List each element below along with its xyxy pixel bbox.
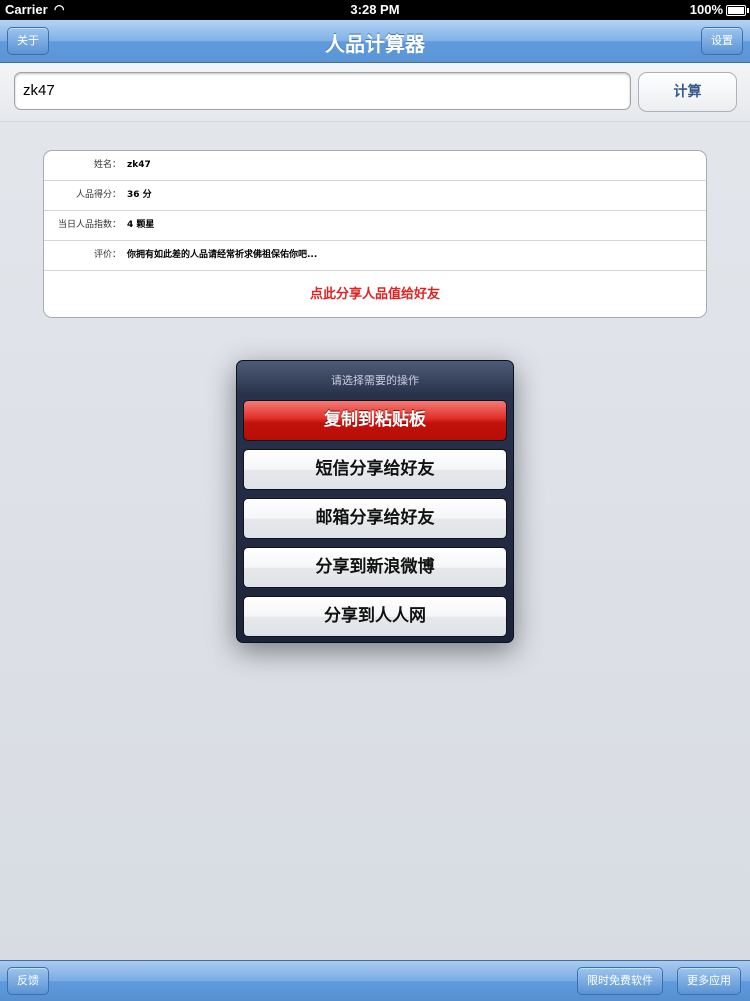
result-table: 姓名： zk47 人品得分： 36 分 当日人品指数： 4 颗星 评价： 你拥有… [43, 150, 707, 318]
result-label: 人品得分： [75, 190, 121, 200]
result-value: zk47 [127, 160, 151, 170]
status-bar: Carrier ◠ 3:28 PM 100% [0, 0, 750, 20]
status-time: 3:28 PM [350, 2, 400, 17]
calculate-button[interactable]: 计算 [638, 72, 737, 112]
sms-share-button[interactable]: 短信分享给好友 [243, 449, 507, 490]
renren-share-button[interactable]: 分享到人人网 [243, 596, 507, 637]
result-row-index: 当日人品指数： 4 颗星 [44, 211, 706, 241]
result-row-name: 姓名： zk47 [44, 151, 706, 181]
settings-button[interactable]: 设置 [701, 27, 743, 55]
action-sheet: 请选择需要的操作 复制到粘贴板 短信分享给好友 邮箱分享给好友 分享到新浪微博 … [236, 360, 514, 643]
result-label: 评价： [93, 250, 121, 260]
feedback-button[interactable]: 反馈 [7, 967, 49, 995]
result-label: 姓名： [93, 160, 121, 170]
result-row-score: 人品得分： 36 分 [44, 181, 706, 211]
battery-percent: 100% [689, 2, 723, 17]
share-score-link[interactable]: 点此分享人品值给好友 [44, 271, 706, 317]
weibo-share-button[interactable]: 分享到新浪微博 [243, 547, 507, 588]
input-strip: zk47 计算 [0, 63, 750, 122]
battery-icon [726, 5, 749, 16]
result-label: 当日人品指数： [57, 220, 121, 230]
name-input[interactable]: zk47 [14, 72, 631, 110]
result-value: 36 分 [127, 190, 152, 200]
result-row-comment: 评价： 你拥有如此差的人品请经常祈求佛祖保佑你吧... [44, 241, 706, 271]
bottom-toolbar: 反馈 限时免费软件 更多应用 [0, 960, 750, 1001]
email-share-button[interactable]: 邮箱分享给好友 [243, 498, 507, 539]
more-apps-button[interactable]: 更多应用 [677, 967, 741, 995]
page-title: 人品计算器 [325, 32, 425, 56]
action-sheet-prompt: 请选择需要的操作 [331, 374, 419, 387]
result-value: 你拥有如此差的人品请经常祈求佛祖保佑你吧... [127, 250, 318, 260]
free-apps-button[interactable]: 限时免费软件 [577, 967, 663, 995]
result-value: 4 颗星 [127, 220, 155, 230]
copy-to-clipboard-button[interactable]: 复制到粘贴板 [243, 400, 507, 441]
nav-bar: 关于 人品计算器 设置 [0, 20, 750, 63]
